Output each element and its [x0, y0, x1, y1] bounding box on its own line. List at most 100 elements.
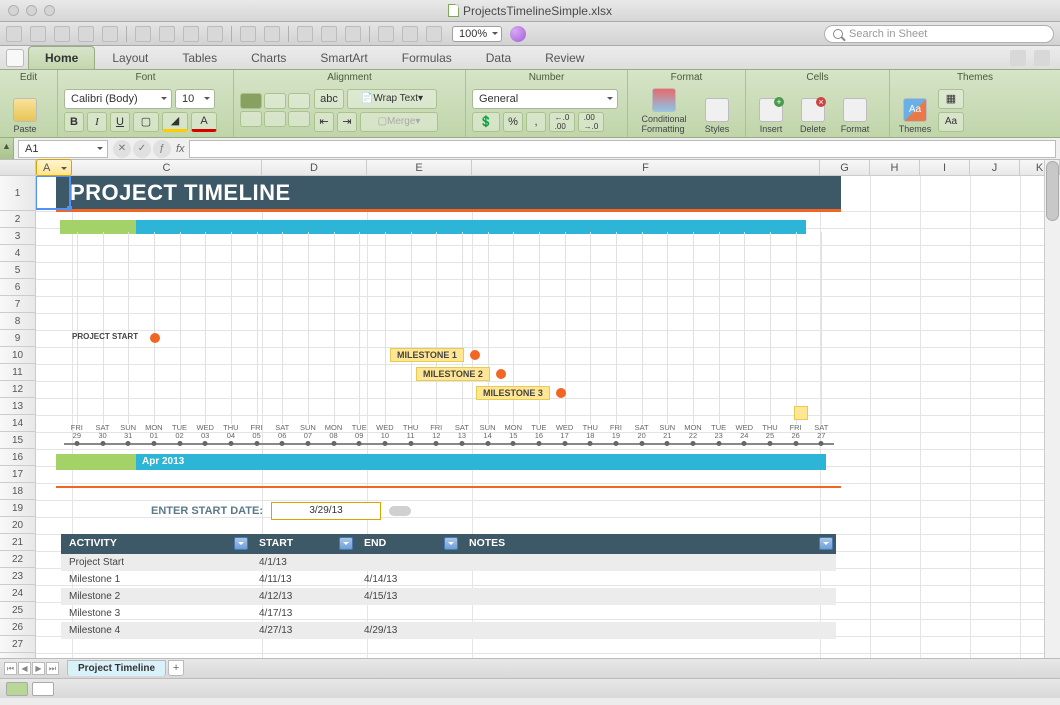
row-header[interactable]: 7	[0, 296, 35, 313]
copy-icon[interactable]	[159, 26, 175, 42]
tab-layout[interactable]: Layout	[95, 46, 165, 69]
row-header[interactable]: 23	[0, 568, 35, 585]
filter-icon[interactable]	[339, 537, 353, 550]
row-headers[interactable]: 1234567891011121314151617181920212223242…	[0, 176, 36, 658]
font-size-select[interactable]: 10	[175, 89, 215, 109]
sort-icon[interactable]	[321, 26, 337, 42]
styles-button[interactable]: Styles	[698, 86, 736, 134]
next-sheet-icon[interactable]: ▶	[32, 662, 45, 675]
tab-data[interactable]: Data	[469, 46, 528, 69]
conditional-formatting-button[interactable]: ConditionalFormatting	[634, 86, 694, 134]
format-painter-icon[interactable]	[207, 26, 223, 42]
col-header[interactable]: J	[970, 160, 1020, 175]
row-header[interactable]: 4	[0, 245, 35, 262]
indent-inc-button[interactable]: ⇥	[337, 112, 357, 132]
filter-icon[interactable]	[444, 537, 458, 550]
column-headers[interactable]: ACDEFGHIJK	[36, 160, 1044, 176]
row-header[interactable]: 9	[0, 330, 35, 347]
zoom-select[interactable]: 100%	[452, 26, 502, 42]
first-sheet-icon[interactable]: ⏮	[4, 662, 17, 675]
table-row[interactable]: Project Start4/1/13	[61, 554, 836, 571]
row-header[interactable]: 19	[0, 500, 35, 517]
row-header[interactable]: 24	[0, 585, 35, 602]
normal-view-button[interactable]	[6, 682, 28, 696]
row-header[interactable]: 22	[0, 551, 35, 568]
row-header[interactable]: 27	[0, 636, 35, 653]
table-row[interactable]: Milestone 34/17/13	[61, 605, 836, 622]
prev-sheet-icon[interactable]: ◀	[18, 662, 31, 675]
tab-formulas[interactable]: Formulas	[385, 46, 469, 69]
name-box[interactable]: A1	[18, 140, 108, 158]
fx-icon[interactable]: ƒ	[153, 140, 171, 158]
col-header[interactable]: F	[472, 160, 820, 175]
row-header[interactable]: 8	[0, 313, 35, 330]
tab-home[interactable]: Home	[28, 46, 95, 69]
select-all-button[interactable]	[0, 160, 36, 176]
row-header[interactable]: 1	[0, 176, 35, 211]
number-format-select[interactable]: General	[472, 89, 618, 109]
wrap-text-button[interactable]: 📄 Wrap Text ▾	[347, 89, 437, 109]
row-header[interactable]: 17	[0, 466, 35, 483]
sheet-tab[interactable]: Project Timeline	[67, 660, 166, 676]
home-icon[interactable]	[6, 49, 24, 67]
decrease-decimal-button[interactable]: .00→.0	[578, 112, 604, 132]
indent-dec-button[interactable]: ⇤	[314, 112, 334, 132]
row-header[interactable]: 11	[0, 364, 35, 381]
row-header[interactable]: 16	[0, 449, 35, 466]
row-header[interactable]: 21	[0, 534, 35, 551]
save-icon[interactable]	[78, 26, 94, 42]
tab-review[interactable]: Review	[528, 46, 601, 69]
page-layout-view-button[interactable]	[32, 682, 54, 696]
vertical-scrollbar[interactable]	[1044, 160, 1060, 658]
gear-icon[interactable]	[1034, 50, 1050, 66]
row-header[interactable]: 25	[0, 602, 35, 619]
chart-icon[interactable]	[402, 26, 418, 42]
ribbon-collapse-icon[interactable]	[1010, 50, 1026, 66]
date-slider[interactable]	[389, 506, 411, 516]
row-header[interactable]: 5	[0, 262, 35, 279]
row-header[interactable]: 3	[0, 228, 35, 245]
print-icon[interactable]	[102, 26, 118, 42]
tab-smartart[interactable]: SmartArt	[303, 46, 384, 69]
traffic-close-icon[interactable]	[8, 5, 19, 16]
row-header[interactable]: 14	[0, 415, 35, 432]
formula-input[interactable]	[189, 140, 1056, 158]
fx-icon[interactable]	[378, 26, 394, 42]
row-header[interactable]: 6	[0, 279, 35, 296]
filter-icon[interactable]	[819, 537, 833, 550]
font-name-select[interactable]: Calibri (Body)	[64, 89, 172, 109]
increase-decimal-button[interactable]: ←.0.00	[549, 112, 575, 132]
col-activity[interactable]: ACTIVITY	[61, 534, 251, 554]
confirm-icon[interactable]: ✓	[133, 140, 151, 158]
col-header[interactable]: H	[870, 160, 920, 175]
border-button[interactable]: ▢	[133, 112, 159, 132]
comma-button[interactable]: ,	[526, 112, 546, 132]
table-row[interactable]: Milestone 24/12/134/15/13	[61, 588, 836, 605]
help-icon[interactable]	[510, 26, 526, 42]
text-box-icon[interactable]	[426, 26, 442, 42]
col-notes[interactable]: NOTES	[461, 534, 836, 554]
align-grid[interactable]	[240, 93, 310, 127]
themes-button[interactable]: AaThemes	[896, 86, 934, 134]
col-header[interactable]: K	[1020, 160, 1060, 175]
search-input[interactable]: Search in Sheet	[824, 25, 1054, 43]
qat-icon[interactable]	[30, 26, 46, 42]
fill-color-button[interactable]: ◢	[162, 112, 188, 132]
currency-button[interactable]: 💲	[472, 112, 500, 132]
cut-icon[interactable]	[135, 26, 151, 42]
start-date-input[interactable]: 3/29/13	[271, 502, 381, 520]
underline-button[interactable]: U	[110, 112, 130, 132]
font-color-button[interactable]: A	[191, 112, 217, 132]
table-row[interactable]: Milestone 44/27/134/29/13	[61, 622, 836, 639]
table-row[interactable]: Milestone 14/11/134/14/13	[61, 571, 836, 588]
col-header[interactable]: I	[920, 160, 970, 175]
percent-button[interactable]: %	[503, 112, 523, 132]
paste-button[interactable]: Paste	[6, 86, 44, 134]
delete-button[interactable]: ×Delete	[794, 86, 832, 134]
paste-icon[interactable]	[183, 26, 199, 42]
row-header[interactable]: 2	[0, 211, 35, 228]
autosum-icon[interactable]	[297, 26, 313, 42]
qat-icon[interactable]	[54, 26, 70, 42]
redo-icon[interactable]	[264, 26, 280, 42]
spreadsheet-grid[interactable]: ACDEFGHIJK 12345678910111213141516171819…	[0, 160, 1060, 658]
